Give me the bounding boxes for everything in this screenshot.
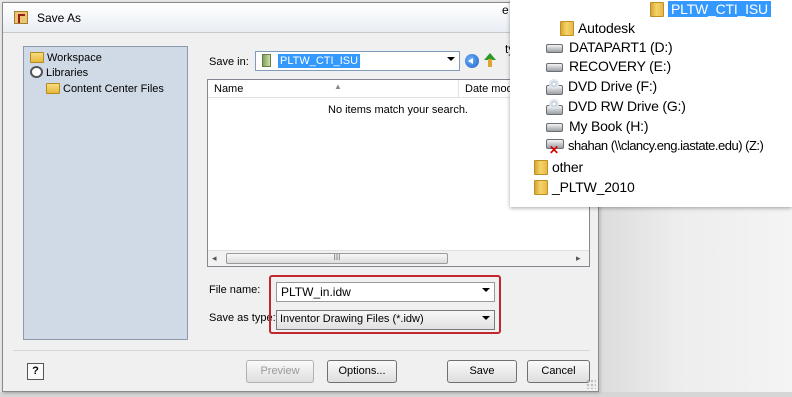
tree-item-label: other [552, 159, 583, 175]
place-label: Libraries [46, 67, 89, 79]
scrollbar-thumb[interactable]: III [226, 253, 448, 264]
dvd-drive-icon [546, 79, 563, 95]
back-icon[interactable] [465, 54, 479, 68]
save-as-type-select[interactable]: Inventor Drawing Files (*.idw) [276, 310, 495, 330]
tree-item-my-book[interactable]: My Book (H:) [546, 117, 648, 135]
tree-item-recovery[interactable]: RECOVERY (E:) [546, 57, 671, 75]
options-button[interactable]: Options... [327, 360, 397, 383]
file-name-label: File name: [209, 284, 261, 296]
desktop-background-bottom [0, 392, 792, 397]
clipped-text: e [502, 3, 509, 17]
tree-item-label: DVD Drive (F:) [568, 78, 657, 94]
save-in-value: PLTW_CTI_ISU [278, 54, 361, 68]
tree-item-label: DVD RW Drive (G:) [568, 98, 686, 114]
save-as-type-value: Inventor Drawing Files (*.idw) [280, 313, 424, 325]
tree-item-label: DATAPART1 (D:) [569, 39, 673, 55]
folder-icon [534, 180, 548, 195]
divider [13, 350, 590, 351]
place-label: Content Center Files [63, 83, 164, 95]
tree-item-dvd-rw-drive[interactable]: DVD RW Drive (G:) [546, 97, 686, 115]
place-libraries[interactable]: Libraries [30, 66, 88, 80]
drive-icon [546, 123, 563, 132]
save-as-type-label: Save as type: [209, 312, 276, 324]
file-name-value: PLTW_in.idw [281, 285, 351, 299]
column-header-label: Name [214, 83, 244, 95]
tree-item-pltw-2010[interactable]: _PLTW_2010 [534, 178, 635, 196]
file-name-input[interactable]: PLTW_in.idw [276, 282, 495, 302]
folder-icon [534, 160, 548, 175]
scroll-left-icon[interactable]: ◂ [212, 253, 217, 264]
tree-item-pltw-cti-isu[interactable]: PLTW_CTI_ISU [650, 0, 771, 18]
horizontal-scrollbar[interactable]: ◂ III ▸ [208, 250, 589, 266]
cancel-button[interactable]: Cancel [527, 360, 590, 383]
place-content-center-files[interactable]: Content Center Files [46, 82, 164, 96]
column-header-name[interactable]: Name ▲ [208, 80, 458, 98]
tree-item-label: _PLTW_2010 [552, 179, 635, 195]
folder-icon [650, 2, 664, 17]
window-title: Save As [37, 11, 82, 25]
tree-item-label: PLTW_CTI_ISU [668, 1, 771, 17]
drive-icon [546, 63, 563, 72]
places-pane: Workspace Libraries Content Center Files [23, 46, 188, 340]
drive-icon [546, 44, 563, 53]
help-button[interactable]: ? [27, 363, 44, 380]
folder-icon [262, 54, 271, 67]
disconnected-network-drive-icon [546, 139, 564, 159]
scroll-right-icon[interactable]: ▸ [576, 253, 581, 264]
tree-item-shahan-network[interactable]: shahan (\\clancy.eng.iastate.edu) (Z:) [546, 137, 764, 159]
tree-item-autodesk[interactable]: Autodesk [560, 19, 635, 37]
tree-item-label: Autodesk [578, 20, 635, 36]
chevron-down-icon[interactable] [482, 288, 490, 292]
tree-item-label: My Book (H:) [569, 118, 649, 134]
tree-item-dvd-drive[interactable]: DVD Drive (F:) [546, 77, 657, 95]
preview-button[interactable]: Preview [246, 360, 314, 383]
place-label: Workspace [47, 52, 102, 64]
save-in-combo[interactable]: PLTW_CTI_ISU [255, 51, 460, 71]
tree-item-label: shahan (\\clancy.eng.iastate.edu) (Z:) [568, 138, 764, 153]
tree-item-label: RECOVERY (E:) [569, 58, 671, 74]
dvd-drive-icon [546, 99, 563, 115]
chevron-down-icon[interactable] [482, 316, 490, 320]
folder-icon [30, 52, 44, 63]
folder-icon [46, 83, 60, 94]
folder-tree-dropdown: PLTW_CTI_ISU Autodesk DATAPART1 (D:) REC… [510, 0, 792, 207]
empty-message: No items match your search. [328, 104, 468, 116]
folder-icon [560, 21, 574, 36]
place-workspace[interactable]: Workspace [30, 51, 102, 65]
chevron-down-icon[interactable] [447, 57, 455, 61]
save-in-label: Save in: [209, 56, 249, 68]
inventor-app-icon [14, 11, 28, 24]
sort-ascending-icon: ▲ [334, 82, 342, 91]
tree-item-datapart1[interactable]: DATAPART1 (D:) [546, 38, 673, 56]
resize-grip[interactable] [586, 379, 596, 389]
scrollbar-grip: III [333, 253, 341, 262]
tree-item-other[interactable]: other [534, 158, 583, 176]
up-folder-icon[interactable] [484, 53, 496, 67]
libraries-icon [30, 66, 43, 78]
save-button[interactable]: Save [447, 360, 517, 383]
